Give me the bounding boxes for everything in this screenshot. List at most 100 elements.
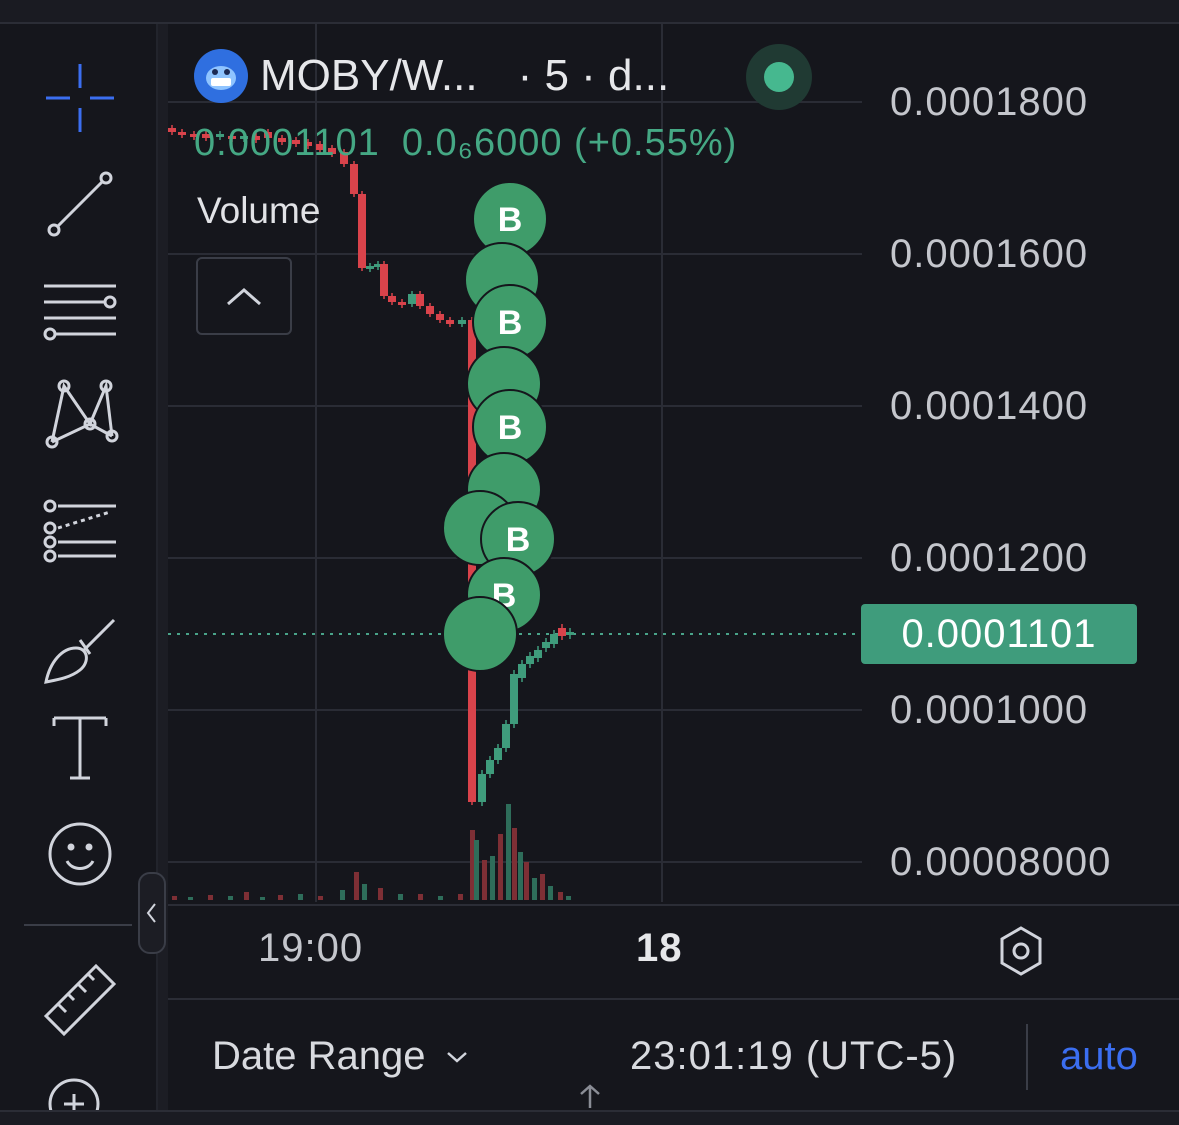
buy-marker-label: B: [498, 409, 523, 447]
buy-marker-label: B: [506, 521, 531, 559]
candle-body: [398, 302, 406, 305]
forecast-icon: [43, 499, 116, 563]
whale-logo-icon: [206, 66, 236, 90]
volume-indicator-label[interactable]: Volume: [197, 190, 320, 232]
candle-body: [388, 296, 396, 302]
symbol-interval[interactable]: · 5 · d...: [518, 51, 670, 101]
candle-body: [550, 634, 558, 644]
volume-bar: [438, 896, 443, 900]
volume-bar: [506, 804, 511, 900]
chevron-down-icon: [447, 1051, 468, 1063]
zoom-in-icon: [48, 1078, 100, 1110]
volume-bar: [518, 852, 523, 900]
candle-body: [542, 642, 550, 648]
pattern-icon: [45, 379, 119, 449]
crosshair-icon: [46, 64, 114, 132]
time-tick: 18: [636, 926, 683, 970]
arrow-up-icon: [580, 1084, 600, 1108]
pattern-tool[interactable]: [28, 374, 132, 454]
toolbar-collapse-handle[interactable]: [138, 872, 166, 954]
crosshair-tool[interactable]: [28, 58, 132, 138]
chevron-up-icon: [227, 288, 261, 306]
candle-body: [366, 266, 374, 269]
symbol-logo: [194, 49, 248, 103]
candle-body: [486, 760, 494, 774]
volume-bar: [474, 840, 479, 900]
candle-body: [518, 664, 526, 678]
timezone-clock[interactable]: 23:01:19 (UTC-5): [630, 1034, 957, 1079]
price-tick: 0.0001200: [890, 536, 1089, 580]
candle-body: [502, 724, 510, 748]
candle-body: [534, 650, 542, 658]
buy-marker-label: B: [498, 304, 523, 342]
volume-bar: [208, 895, 213, 900]
volume-bar: [540, 874, 545, 900]
candle-body: [566, 632, 574, 635]
trend-line-tool[interactable]: [28, 164, 132, 244]
last-price: 0.0001101: [194, 122, 380, 164]
price-tick: 0.0001000: [890, 688, 1089, 732]
volume-bar: [228, 896, 233, 900]
emoji-tool[interactable]: [28, 814, 132, 894]
toolbar-divider: [24, 924, 132, 926]
bottom-divider: [1026, 1024, 1028, 1090]
candle-body: [436, 314, 444, 320]
volume-bar: [244, 892, 249, 900]
date-range-dropdown[interactable]: Date Range: [212, 1034, 469, 1079]
candle-body: [510, 674, 518, 724]
forecast-tool[interactable]: [28, 490, 132, 570]
volume-bar: [566, 896, 571, 900]
candle-body: [350, 164, 358, 194]
emoji-icon: [48, 822, 112, 886]
volume-bar: [340, 890, 345, 900]
volume-bar: [362, 884, 367, 900]
chart-settings-icon[interactable]: [996, 924, 1046, 978]
fib-retracement-icon: [43, 284, 117, 341]
volume-bar: [512, 828, 517, 900]
price-tick: 0.00008000: [890, 840, 1112, 884]
drawing-toolbar: [0, 24, 158, 1110]
volume-bar: [398, 894, 403, 900]
volume-bar: [482, 860, 487, 900]
symbol-name[interactable]: MOBY/W...: [260, 51, 478, 101]
volume-bar: [548, 886, 553, 900]
volume-bar: [458, 894, 463, 900]
ruler-tool[interactable]: [28, 960, 132, 1040]
volume-bar: [318, 896, 323, 900]
volume-bar: [532, 878, 537, 900]
candle-body: [458, 320, 466, 324]
buy-marker-label: B: [498, 201, 523, 239]
volume-bar: [298, 894, 303, 900]
candle-body: [380, 264, 388, 296]
auto-scale-button[interactable]: auto: [1060, 1034, 1138, 1079]
trend-line-icon: [47, 171, 113, 237]
buy-markers: BBBBB: [442, 181, 556, 672]
candle-body: [446, 320, 454, 324]
market-status-dot: [764, 62, 794, 92]
current-price-label: 0.0001101: [861, 604, 1137, 664]
zoom-in-tool[interactable]: [28, 1066, 132, 1110]
fib-retracement-tool[interactable]: [28, 272, 132, 352]
price-axis[interactable]: [862, 24, 1179, 904]
candle-body: [408, 294, 416, 304]
volume-bar: [490, 856, 495, 900]
volume-series: [172, 804, 571, 900]
candle-body: [168, 128, 176, 132]
collapse-legend-button[interactable]: [196, 257, 292, 335]
candle-body: [416, 294, 424, 306]
candle-body: [178, 132, 186, 135]
market-status-indicator[interactable]: [746, 44, 812, 110]
volume-bar: [354, 872, 359, 900]
volume-bar: [418, 894, 423, 900]
volume-bar: [278, 895, 283, 900]
top-bar: [0, 0, 1179, 24]
candle-body: [426, 306, 434, 314]
chevron-left-icon: [146, 903, 156, 923]
candle-body: [478, 774, 486, 802]
ruler-icon: [43, 963, 117, 1037]
volume-bar: [498, 834, 503, 900]
volume-bar: [524, 862, 529, 900]
brush-tool[interactable]: [28, 610, 132, 690]
price-tick: 0.0001600: [890, 232, 1089, 276]
text-tool[interactable]: [28, 706, 132, 786]
